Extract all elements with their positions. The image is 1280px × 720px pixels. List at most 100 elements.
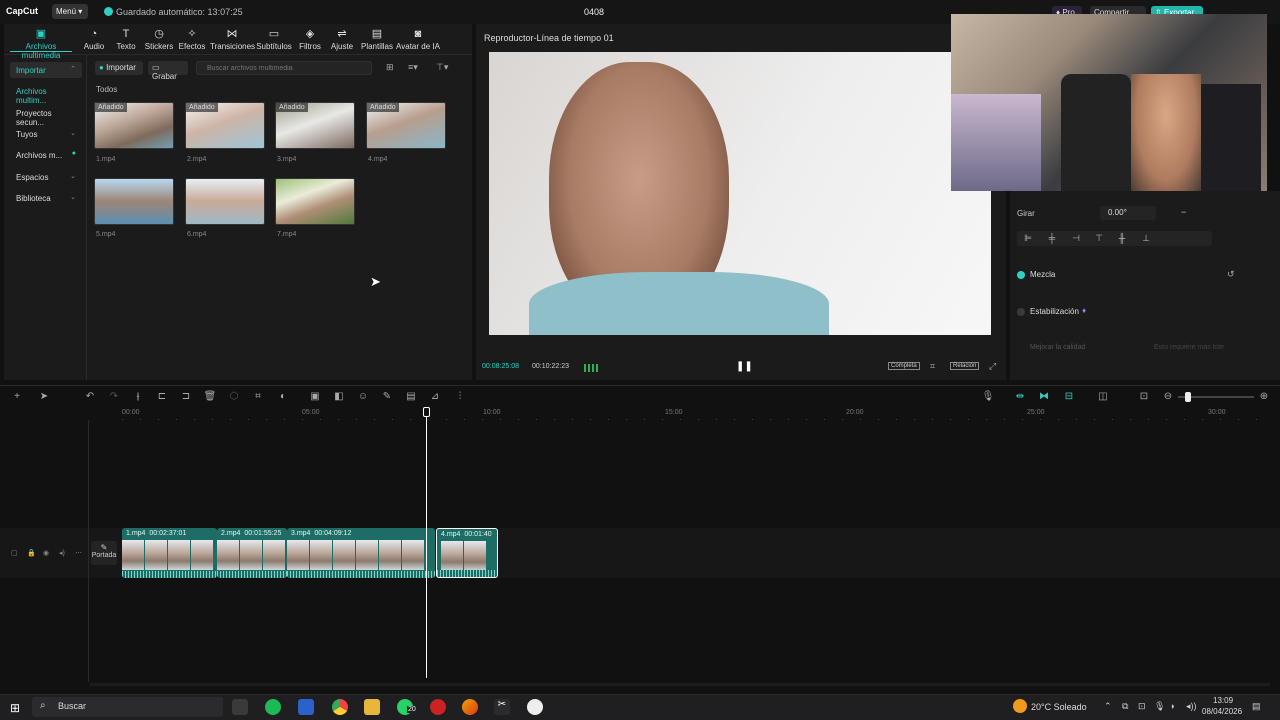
menu-button[interactable]: Menú ▾ bbox=[52, 4, 88, 19]
align-center-h-icon[interactable]: ╪ bbox=[1045, 233, 1059, 245]
nav-yours[interactable]: Tuyos ⌄ bbox=[10, 126, 82, 142]
capcut-taskbar-icon[interactable]: ✂ bbox=[494, 699, 510, 715]
fullscreen-icon[interactable]: ⤢ bbox=[989, 361, 996, 372]
transform-icon[interactable]: ⊿ bbox=[428, 391, 442, 403]
undo-icon[interactable]: ↶ bbox=[83, 391, 97, 403]
audio-split-icon[interactable]: ⫶ bbox=[453, 391, 467, 403]
notifications-icon[interactable]: ▤ bbox=[1252, 701, 1261, 712]
opera-icon[interactable] bbox=[430, 699, 446, 715]
more-icon[interactable]: ⋯ bbox=[75, 549, 82, 557]
tab-ai-avatar[interactable]: ◙ Avatar de IA bbox=[396, 28, 440, 52]
rotate-minus-icon[interactable]: − bbox=[1181, 207, 1186, 217]
add-track-icon[interactable]: + bbox=[10, 391, 24, 403]
align-bottom-icon[interactable]: ⊥ bbox=[1139, 233, 1153, 245]
record-button[interactable]: ▭ Grabar bbox=[148, 61, 188, 81]
magnet-icon[interactable]: ⇹ bbox=[1013, 391, 1027, 403]
nav-spaces[interactable]: Espacios ⌄ bbox=[10, 169, 82, 185]
crop-icon[interactable]: ⌗ bbox=[251, 391, 265, 403]
playhead-handle[interactable] bbox=[423, 407, 430, 417]
video-preview[interactable] bbox=[489, 52, 991, 335]
media-thumb-5[interactable] bbox=[94, 178, 174, 225]
media-thumb-2[interactable]: Añadido bbox=[185, 102, 265, 149]
split-right-icon[interactable]: ⊐ bbox=[179, 391, 193, 403]
mark-icon[interactable]: ⬡ bbox=[227, 391, 241, 403]
file-explorer-icon[interactable] bbox=[364, 699, 380, 715]
nav-media-space[interactable]: Archivos m... ● bbox=[10, 147, 82, 163]
rotate-input[interactable]: 0.00° bbox=[1100, 206, 1156, 220]
mic-tray-icon[interactable]: 🎙 bbox=[1154, 701, 1165, 712]
nav-library[interactable]: Biblioteca ⌄ bbox=[10, 190, 82, 206]
align-center-v-icon[interactable]: ╫ bbox=[1115, 233, 1129, 245]
ratio-button[interactable]: Relación bbox=[950, 362, 980, 370]
reset-icon[interactable]: ↺ bbox=[1227, 269, 1235, 280]
mirror-icon[interactable]: ◧ bbox=[332, 391, 346, 403]
zoom-in-icon[interactable]: ⊕ bbox=[1257, 391, 1271, 403]
timeline-scrollbar[interactable] bbox=[90, 683, 1270, 686]
delete-icon[interactable]: 🗑 bbox=[203, 391, 217, 403]
visibility-icon[interactable]: ◉ bbox=[43, 549, 49, 557]
tab-transitions[interactable]: ⋈ Transiciones bbox=[210, 28, 255, 52]
zoom-slider-handle[interactable] bbox=[1185, 392, 1191, 402]
freeze-icon[interactable]: ▣ bbox=[308, 391, 322, 403]
pause-icon[interactable]: ❚❚ bbox=[736, 361, 753, 372]
microphone-icon[interactable]: 🎙 bbox=[981, 391, 995, 403]
full-quality-button[interactable]: Completa bbox=[888, 362, 920, 370]
redo-icon[interactable]: ↷ bbox=[107, 391, 121, 403]
tab-subtitles[interactable]: ▭ Subtítulos bbox=[254, 28, 294, 52]
link-icon[interactable]: ⧓ bbox=[1037, 391, 1051, 403]
media-search-input[interactable] bbox=[196, 61, 372, 75]
import-button[interactable]: ● Importar bbox=[95, 61, 143, 75]
stabilize-check-icon[interactable] bbox=[1017, 308, 1025, 316]
align-left-icon[interactable]: ⊫ bbox=[1021, 233, 1035, 245]
tab-media[interactable]: ▣ Archivos multimedia bbox=[10, 28, 72, 60]
nav-import[interactable]: Importar ⌃ bbox=[10, 62, 82, 78]
magic-icon[interactable]: ✎ bbox=[380, 391, 394, 403]
tray-icon[interactable]: ⧉ bbox=[1122, 701, 1128, 712]
chrome-icon[interactable] bbox=[332, 699, 348, 715]
captions-icon[interactable]: ▤ bbox=[404, 391, 418, 403]
track-checkbox-icon[interactable]: ▢ bbox=[11, 549, 18, 557]
grid-view-icon[interactable]: ⊞ bbox=[386, 62, 394, 73]
network-icon[interactable]: ⊡ bbox=[1138, 701, 1146, 712]
fit-icon[interactable]: ⊡ bbox=[1137, 391, 1151, 403]
timeline-clip-3[interactable]: 3.mp4 00:04:09:12 bbox=[287, 528, 435, 578]
align-top-icon[interactable]: ⊤ bbox=[1092, 233, 1106, 245]
timeline-clip-4-selected[interactable]: 4.mp4 00:01:40 bbox=[436, 528, 498, 578]
media-thumb-3[interactable]: Añadido bbox=[275, 102, 355, 149]
zoom-out-icon[interactable]: ⊖ bbox=[1161, 391, 1175, 403]
split-left-icon[interactable]: ⊏ bbox=[155, 391, 169, 403]
cutout-icon[interactable]: ☺ bbox=[356, 391, 370, 403]
split-screen-icon[interactable]: ◫ bbox=[1096, 391, 1110, 403]
split-icon[interactable]: ⫲ bbox=[131, 391, 145, 403]
media-thumb-7[interactable] bbox=[275, 178, 355, 225]
media-thumb-4[interactable]: Añadido bbox=[366, 102, 446, 149]
audio-icon[interactable]: ◂) bbox=[59, 549, 65, 557]
cover-button[interactable]: ✎ Portada bbox=[91, 541, 117, 565]
focus-icon[interactable]: ⌗ bbox=[930, 361, 935, 372]
playhead[interactable] bbox=[426, 410, 427, 678]
spotify-icon[interactable] bbox=[265, 699, 281, 715]
taskbar-search[interactable]: ⌕ Buscar bbox=[32, 697, 223, 717]
media-thumb-1[interactable]: Añadido bbox=[94, 102, 174, 149]
volume-icon[interactable]: ◂)) bbox=[1186, 701, 1197, 712]
blend-check-icon[interactable] bbox=[1017, 271, 1025, 279]
tab-adjust[interactable]: ⇌ Ajuste bbox=[322, 28, 362, 52]
tab-templates[interactable]: ▤ Plantillas bbox=[357, 28, 397, 52]
filter-menu-icon[interactable]: ⊤▾ bbox=[436, 62, 448, 73]
lock-icon[interactable]: 🔒 bbox=[27, 549, 36, 557]
tray-chevron-icon[interactable]: ⌃ bbox=[1104, 701, 1112, 712]
browser-icon[interactable] bbox=[462, 699, 478, 715]
obs-icon[interactable] bbox=[527, 699, 543, 715]
windows-start-icon[interactable]: ⊞ bbox=[10, 701, 20, 715]
headset-icon[interactable]: ◗ bbox=[1170, 701, 1175, 711]
select-tool-icon[interactable]: ➤ bbox=[37, 391, 51, 403]
timeline-clip-2[interactable]: 2.mp4 00:01:55:25 bbox=[217, 528, 287, 578]
preview-axis-icon[interactable]: ⊟ bbox=[1062, 391, 1076, 403]
nav-media-files[interactable]: Archivos multim... bbox=[10, 83, 82, 105]
sort-icon[interactable]: ≡▾ bbox=[408, 62, 418, 73]
timeline-clip-1[interactable]: 1.mp4 00:02:37:01 bbox=[122, 528, 217, 578]
store-icon[interactable] bbox=[298, 699, 314, 715]
media-thumb-6[interactable] bbox=[185, 178, 265, 225]
align-right-icon[interactable]: ⊣ bbox=[1069, 233, 1083, 245]
task-view-icon[interactable] bbox=[232, 699, 248, 715]
